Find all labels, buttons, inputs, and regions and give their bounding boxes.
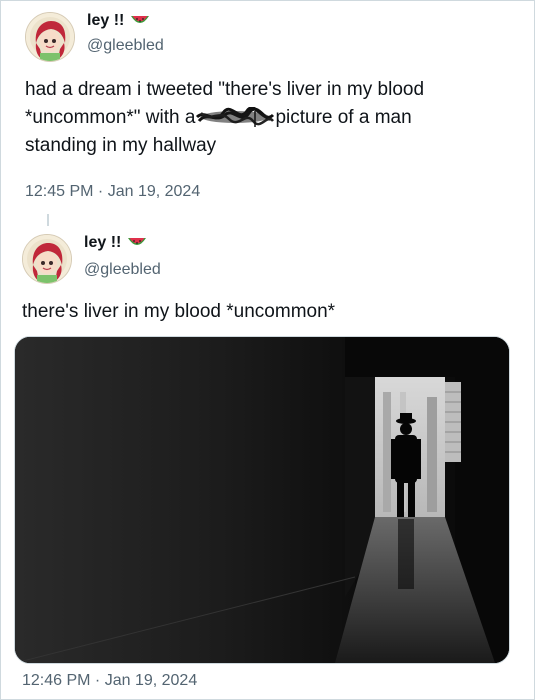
avatar[interactable] bbox=[25, 12, 75, 62]
avatar[interactable] bbox=[22, 234, 72, 284]
tweet-1[interactable]: ley !! @gleebled had a dream i tweeted "… bbox=[0, 0, 535, 215]
tweet-text-line: had a dream i tweeted "there's liver in … bbox=[25, 79, 425, 100]
tweet-text: there's liver in my blood *uncommon* bbox=[22, 301, 336, 322]
author-row: ley !! bbox=[84, 234, 147, 252]
tweet-media-image[interactable] bbox=[14, 336, 510, 664]
timestamp[interactable]: 12:45 PM · Jan 19, 2024 bbox=[25, 183, 200, 201]
tweet-text: had a dream i tweeted "there's liver in … bbox=[25, 76, 520, 160]
tweet-2[interactable]: ley !! @gleebled there's liver in my blo… bbox=[0, 222, 535, 700]
tweet-text-line: standing in my hallway bbox=[25, 135, 217, 156]
hallway-photo bbox=[15, 337, 509, 663]
anime-avatar-icon bbox=[26, 13, 74, 61]
timestamp[interactable]: 12:46 PM · Jan 19, 2024 bbox=[22, 672, 197, 690]
watermelon-icon bbox=[131, 16, 150, 23]
handle[interactable]: @gleebled bbox=[84, 261, 161, 279]
display-name[interactable]: ley !! bbox=[87, 12, 124, 30]
author-row: ley !! bbox=[87, 12, 150, 30]
handle[interactable]: @gleebled bbox=[87, 37, 164, 55]
anime-avatar-icon bbox=[23, 235, 71, 283]
display-name[interactable]: ley !! bbox=[84, 234, 121, 252]
tweet-text-line: *uncommon*" with a picture of a man bbox=[25, 107, 412, 128]
watermelon-icon bbox=[128, 238, 147, 245]
scribble-redaction bbox=[196, 107, 275, 127]
